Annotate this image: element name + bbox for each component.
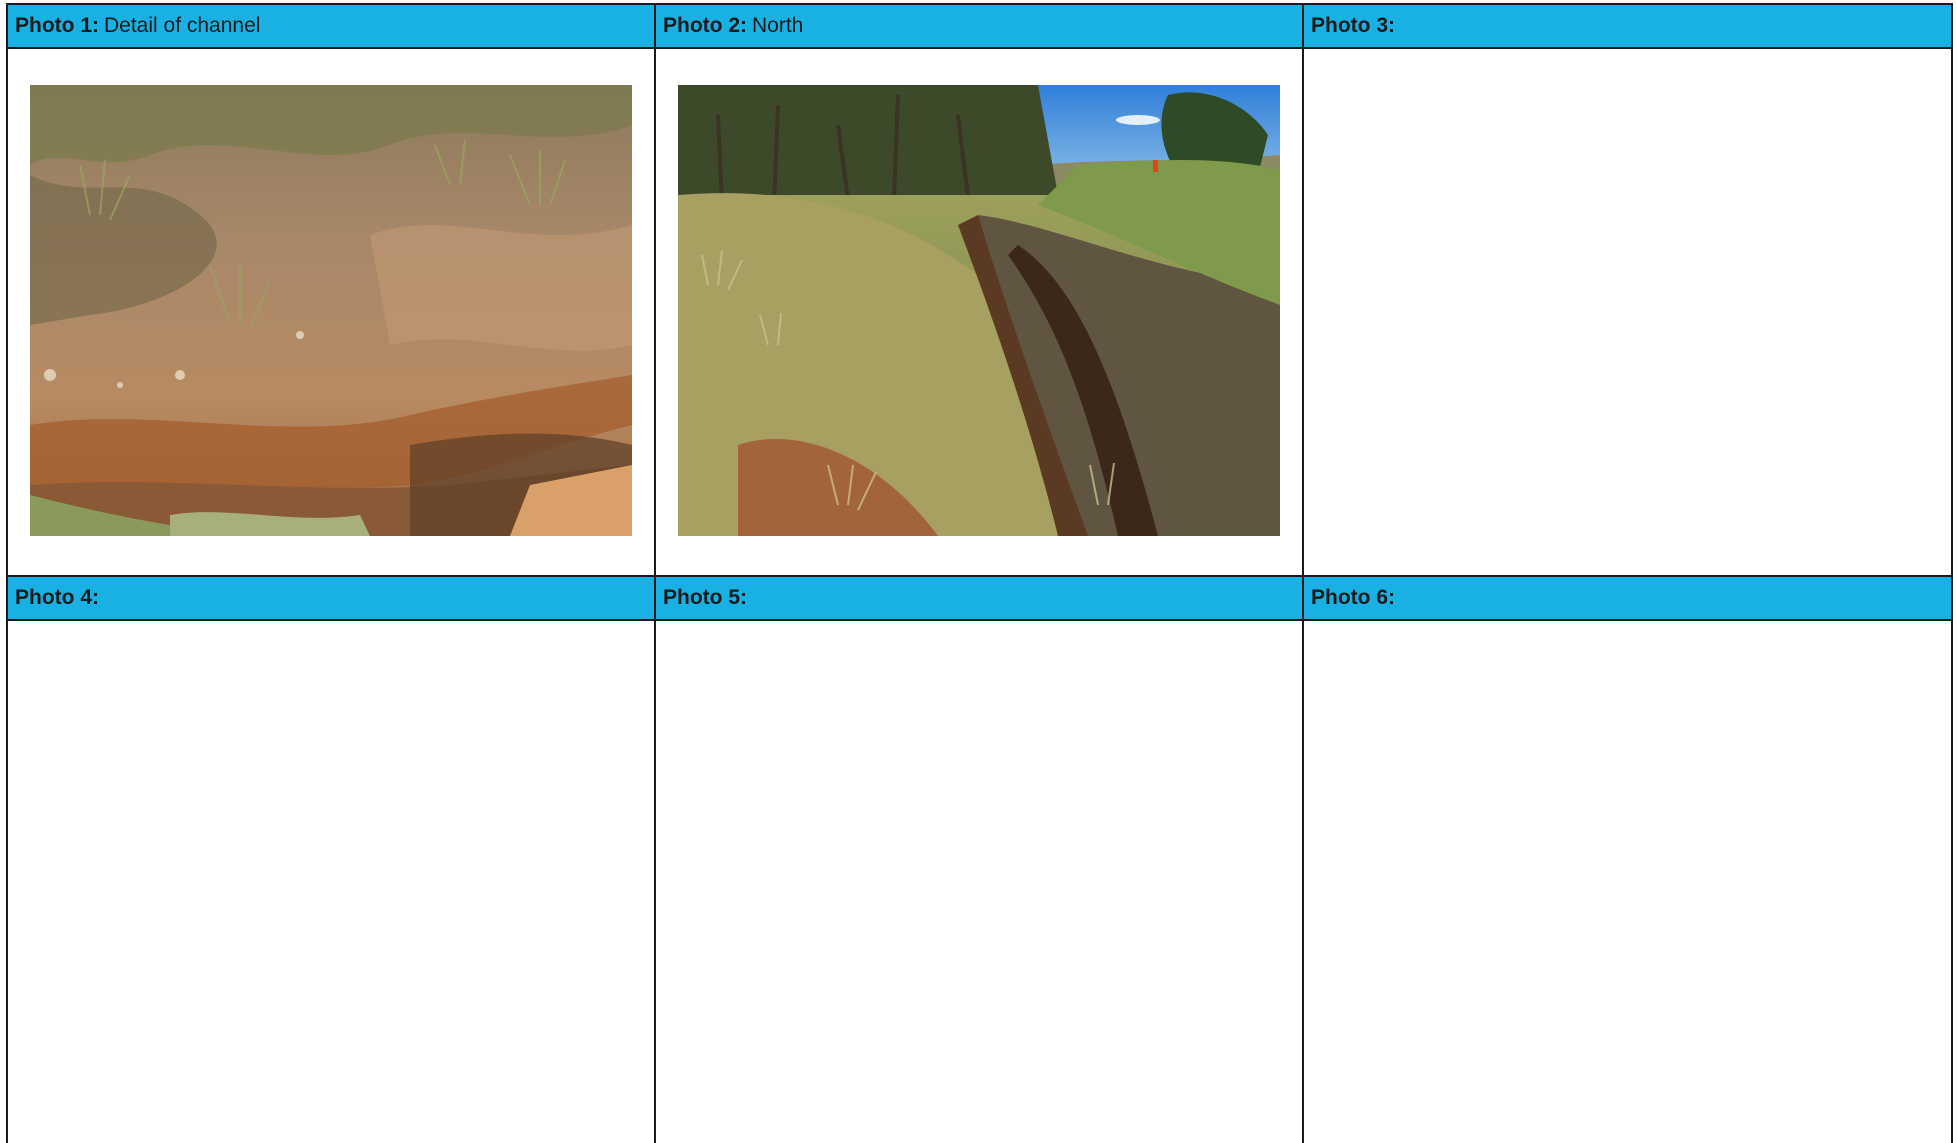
photo-caption-1: Detail of channel bbox=[104, 14, 261, 37]
photo-image-channel-detail[interactable] bbox=[30, 85, 632, 536]
photo-body-2 bbox=[656, 49, 1302, 575]
photo-cell-4: Photo 4: bbox=[8, 577, 656, 1143]
photo-cell-3: Photo 3: bbox=[1304, 5, 1953, 577]
photo-header-4: Photo 4: bbox=[8, 577, 654, 621]
photo-body-1 bbox=[8, 49, 654, 575]
photo-cell-6: Photo 6: bbox=[1304, 577, 1953, 1143]
photo-header-6: Photo 6: bbox=[1304, 577, 1951, 621]
photo-label-2: Photo 2: bbox=[663, 14, 747, 37]
photo-image-north[interactable] bbox=[678, 85, 1280, 536]
photo-label-3: Photo 3: bbox=[1311, 14, 1395, 37]
photo-grid: Photo 1: Detail of channel Photo 2: Nort… bbox=[8, 5, 1953, 1143]
photo-cell-2: Photo 2: North bbox=[656, 5, 1304, 577]
photo-body-6 bbox=[1304, 621, 1951, 1143]
photo-label-5: Photo 5: bbox=[663, 586, 747, 609]
photo-body-3 bbox=[1304, 49, 1951, 575]
photo-cell-5: Photo 5: bbox=[656, 577, 1304, 1143]
photo-label-1: Photo 1: bbox=[15, 14, 99, 37]
photo-header-2: Photo 2: North bbox=[656, 5, 1302, 49]
photo-body-5 bbox=[656, 621, 1302, 1143]
photo-sheet: Photo 1: Detail of channel Photo 2: Nort… bbox=[6, 3, 1953, 1143]
photo-cell-1: Photo 1: Detail of channel bbox=[8, 5, 656, 577]
photo-label-4: Photo 4: bbox=[15, 586, 99, 609]
photo-header-5: Photo 5: bbox=[656, 577, 1302, 621]
photo-header-3: Photo 3: bbox=[1304, 5, 1951, 49]
photo-label-6: Photo 6: bbox=[1311, 586, 1395, 609]
photo-body-4 bbox=[8, 621, 654, 1143]
photo-caption-2: North bbox=[752, 14, 804, 37]
photo-header-1: Photo 1: Detail of channel bbox=[8, 5, 654, 49]
